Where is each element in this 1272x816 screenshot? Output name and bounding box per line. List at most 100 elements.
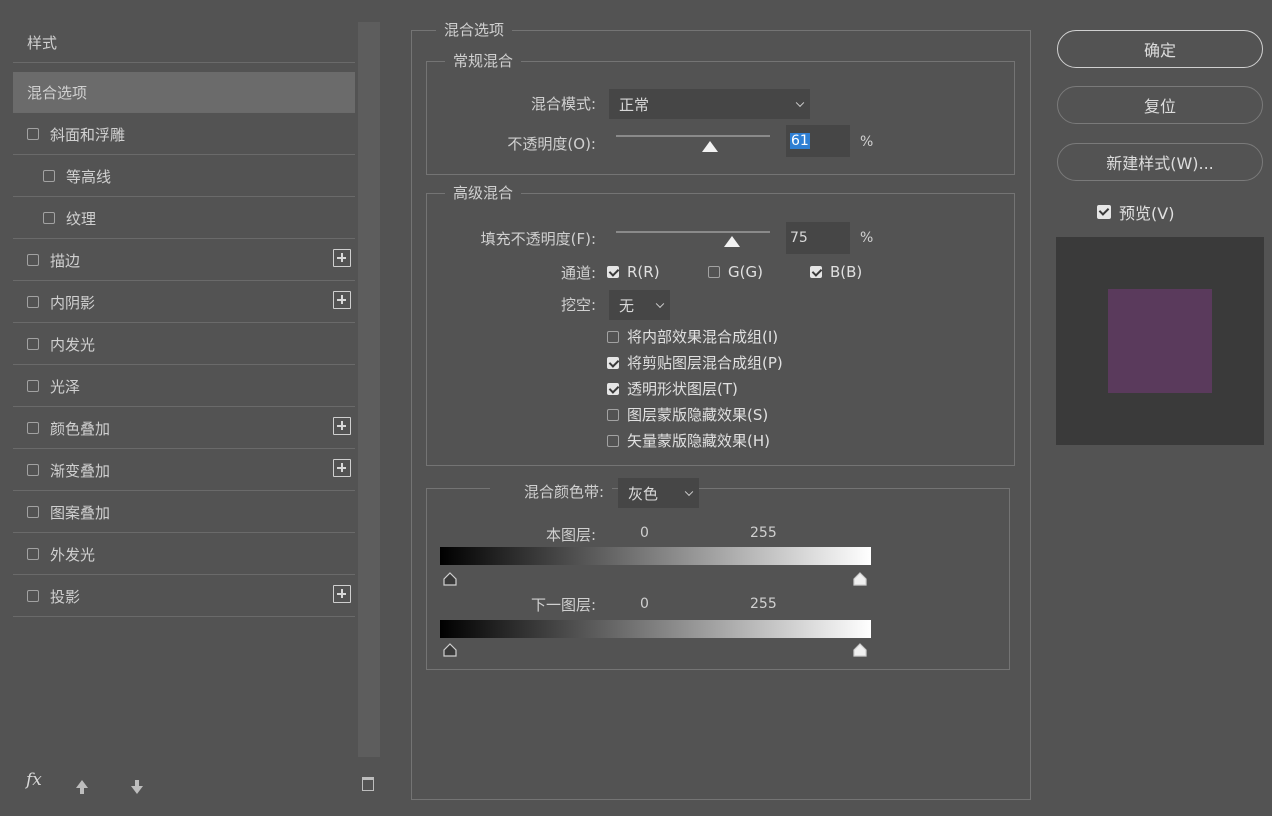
add-color-overlay-icon[interactable]	[333, 417, 351, 435]
blend-clipped-layers-checkbox[interactable]: 将剪贴图层混合成组(P)	[607, 352, 783, 373]
blend-mode-label: 混合模式:	[530, 95, 596, 113]
style-checkbox[interactable]	[27, 590, 39, 602]
styles-header: 样式	[13, 22, 355, 63]
style-item-gradient-overlay[interactable]: 渐变叠加	[13, 450, 355, 491]
this-layer-label: 本图层:	[545, 526, 596, 544]
this-layer-black-stop-icon[interactable]	[443, 572, 457, 586]
styles-panel: 样式 混合选项 斜面和浮雕 等高线 纹理 描边 内阴影 内发光 光泽 颜色叠加 …	[13, 22, 383, 803]
blend-mode-value: 正常	[619, 95, 650, 114]
add-inner-shadow-icon[interactable]	[333, 291, 351, 309]
underlying-layer-label: 下一图层:	[530, 596, 596, 614]
style-checkbox[interactable]	[27, 464, 39, 476]
underlying-layer-max: 255	[750, 596, 777, 612]
style-item-label: 等高线	[66, 167, 112, 186]
styles-header-label: 样式	[27, 33, 58, 52]
move-up-icon[interactable]	[76, 780, 88, 794]
style-item-contour[interactable]: 等高线	[13, 156, 355, 197]
opacity-slider-thumb[interactable]	[701, 141, 718, 152]
add-stroke-icon[interactable]	[333, 249, 351, 267]
trash-icon[interactable]	[362, 777, 374, 791]
checkbox-icon	[607, 330, 619, 343]
styles-scrollbar[interactable]	[358, 22, 380, 757]
style-checkbox[interactable]	[27, 506, 39, 518]
style-item-pattern-overlay[interactable]: 图案叠加	[13, 492, 355, 533]
chevron-down-icon	[684, 487, 694, 497]
move-down-icon[interactable]	[131, 780, 143, 794]
opacity-slider-track[interactable]	[616, 135, 770, 137]
styles-toolbar: fx	[26, 770, 381, 800]
style-checkbox[interactable]	[27, 548, 39, 560]
checkbox-icon	[1097, 205, 1111, 219]
style-checkbox[interactable]	[27, 296, 39, 308]
option-label: 将内部效果混合成组(I)	[627, 328, 779, 346]
blend-if-group	[426, 488, 1010, 670]
style-checkbox[interactable]	[27, 128, 39, 140]
style-item-color-overlay[interactable]: 颜色叠加	[13, 408, 355, 449]
style-item-satin[interactable]: 光泽	[13, 366, 355, 407]
style-item-label: 内发光	[50, 335, 96, 354]
checkbox-icon	[607, 266, 619, 278]
advanced-blending-title: 高级混合	[445, 182, 522, 203]
this-layer-white-stop-icon[interactable]	[853, 572, 867, 586]
underlying-layer-black-stop-icon[interactable]	[443, 643, 457, 657]
fill-opacity-input[interactable]: 75	[786, 222, 850, 254]
style-checkbox[interactable]	[27, 254, 39, 266]
blend-if-value: 灰色	[628, 484, 659, 503]
chevron-down-icon	[655, 299, 665, 309]
channel-g-checkbox[interactable]: G(G)	[708, 263, 763, 281]
channels-label: 通道:	[560, 264, 596, 282]
style-item-inner-shadow[interactable]: 内阴影	[13, 282, 355, 323]
vector-mask-hides-effects-checkbox[interactable]: 矢量蒙版隐藏效果(H)	[607, 430, 770, 451]
fill-opacity-slider-track[interactable]	[616, 231, 770, 233]
fx-icon[interactable]: fx	[26, 770, 42, 790]
checkbox-icon	[607, 408, 619, 421]
style-item-inner-glow[interactable]: 内发光	[13, 324, 355, 365]
new-style-button[interactable]: 新建样式(W)...	[1057, 143, 1263, 181]
fill-opacity-value: 75	[790, 230, 808, 246]
checkbox-icon	[708, 266, 720, 278]
option-label: 透明形状图层(T)	[627, 380, 738, 398]
style-item-blending-options[interactable]: 混合选项	[13, 72, 355, 113]
reset-button[interactable]: 复位	[1057, 86, 1263, 124]
style-checkbox[interactable]	[27, 338, 39, 350]
style-item-outer-glow[interactable]: 外发光	[13, 534, 355, 575]
style-checkbox[interactable]	[43, 212, 55, 224]
this-layer-gradient[interactable]	[440, 547, 871, 565]
styles-list: 样式 混合选项 斜面和浮雕 等高线 纹理 描边 内阴影 内发光 光泽 颜色叠加 …	[13, 22, 355, 622]
underlying-layer-white-stop-icon[interactable]	[853, 643, 867, 657]
add-drop-shadow-icon[interactable]	[333, 585, 351, 603]
channel-b-checkbox[interactable]: B(B)	[810, 263, 862, 281]
style-checkbox[interactable]	[43, 170, 55, 182]
blend-if-dropdown[interactable]: 灰色	[618, 478, 699, 508]
channel-r-checkbox[interactable]: R(R)	[607, 263, 660, 281]
preview-label: 预览(V)	[1119, 204, 1175, 223]
style-item-drop-shadow[interactable]: 投影	[13, 576, 355, 617]
blend-interior-effects-checkbox[interactable]: 将内部效果混合成组(I)	[607, 326, 778, 347]
style-checkbox[interactable]	[27, 380, 39, 392]
style-item-label: 光泽	[50, 377, 81, 396]
style-item-bevel-emboss[interactable]: 斜面和浮雕	[13, 114, 355, 155]
opacity-percent: %	[860, 134, 874, 150]
option-label: 矢量蒙版隐藏效果(H)	[627, 432, 770, 450]
style-item-label: 渐变叠加	[50, 461, 111, 480]
fill-opacity-label: 填充不透明度(F):	[480, 230, 596, 248]
style-item-stroke[interactable]: 描边	[13, 240, 355, 281]
blend-mode-dropdown[interactable]: 正常	[609, 89, 810, 119]
option-label: 图层蒙版隐藏效果(S)	[627, 406, 769, 424]
add-gradient-overlay-icon[interactable]	[333, 459, 351, 477]
style-item-label: 斜面和浮雕	[50, 125, 126, 144]
transparency-shapes-layer-checkbox[interactable]: 透明形状图层(T)	[607, 378, 738, 399]
style-checkbox[interactable]	[27, 422, 39, 434]
preview-checkbox[interactable]: 预览(V)	[1097, 200, 1174, 224]
underlying-layer-gradient[interactable]	[440, 620, 871, 638]
layer-mask-hides-effects-checkbox[interactable]: 图层蒙版隐藏效果(S)	[607, 404, 768, 425]
fill-opacity-slider-thumb[interactable]	[723, 236, 740, 247]
style-item-label: 内阴影	[50, 293, 96, 312]
style-item-label: 颜色叠加	[50, 419, 111, 438]
underlying-layer-min: 0	[640, 596, 649, 612]
opacity-input[interactable]: 61	[786, 125, 850, 157]
style-item-texture[interactable]: 纹理	[13, 198, 355, 239]
checkbox-icon	[607, 382, 619, 395]
knockout-dropdown[interactable]: 无	[609, 290, 670, 320]
ok-button[interactable]: 确定	[1057, 30, 1263, 68]
